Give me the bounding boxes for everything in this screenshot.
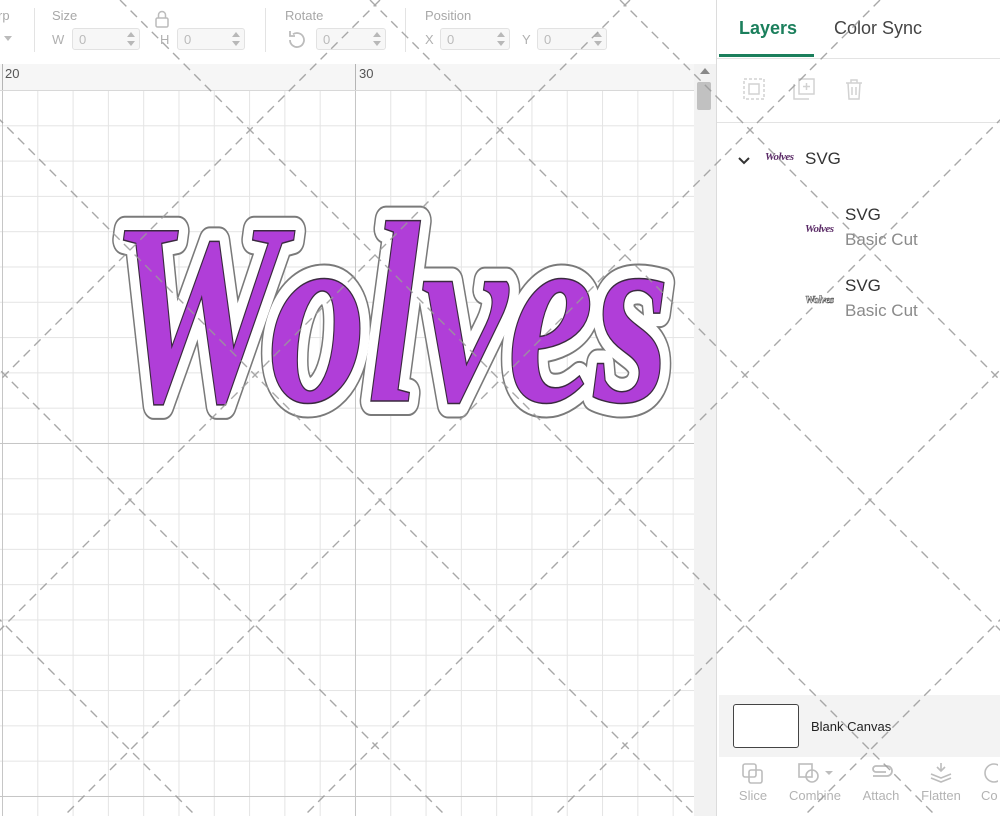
tab-layers[interactable]: Layers bbox=[739, 18, 797, 39]
layer-group-thumbnail: Wolves bbox=[765, 151, 794, 163]
flatten-label: Flatten bbox=[921, 788, 961, 803]
contour-label: Co bbox=[981, 788, 998, 803]
height-input[interactable]: 0 bbox=[177, 28, 245, 50]
layers-panel: Layers Color Sync Wolves SVG Wolves SVG … bbox=[716, 0, 1000, 816]
y-stepper[interactable] bbox=[594, 31, 603, 47]
position-group-label: Position bbox=[425, 8, 472, 23]
height-value: 0 bbox=[184, 32, 192, 47]
layer-name: SVG bbox=[845, 276, 881, 295]
rotate-stepper[interactable] bbox=[373, 31, 382, 47]
scroll-up-icon[interactable] bbox=[700, 68, 710, 74]
flatten-icon bbox=[930, 763, 952, 783]
x-stepper[interactable] bbox=[497, 31, 506, 47]
ruler-tick bbox=[2, 64, 3, 90]
edit-toolbar: rp Size W 0 H 0 Rotate 0 Position X 0 Y … bbox=[0, 0, 716, 65]
contour-button[interactable]: Co bbox=[967, 762, 1000, 803]
layer-row[interactable]: Wolves SVG Basic Cut bbox=[717, 276, 1000, 328]
blank-canvas-row[interactable]: Blank Canvas bbox=[719, 695, 1000, 757]
warp-dropdown-icon[interactable] bbox=[4, 36, 12, 41]
size-group-label: Size bbox=[52, 8, 78, 23]
rotate-group-label: Rotate bbox=[285, 8, 324, 23]
x-position-input[interactable]: 0 bbox=[440, 28, 510, 50]
layer-tools bbox=[717, 58, 1000, 123]
active-tab-indicator bbox=[719, 54, 814, 57]
combine-icon bbox=[798, 763, 833, 783]
width-value: 0 bbox=[79, 32, 87, 47]
scrollbar-thumb[interactable] bbox=[697, 82, 711, 110]
layer-operation-type: Basic Cut bbox=[845, 230, 918, 249]
layer-thumbnail: Wolves bbox=[805, 294, 835, 307]
layer-name: SVG bbox=[845, 205, 881, 224]
duplicate-icon[interactable] bbox=[793, 78, 815, 100]
warp-group-label: rp bbox=[0, 8, 10, 23]
height-axis-label: H bbox=[160, 32, 170, 47]
panel-tabs: Layers Color Sync bbox=[717, 0, 1000, 59]
ruler-label: 20 bbox=[5, 66, 20, 81]
combine-button[interactable]: Combine bbox=[785, 762, 845, 803]
layer-actions-bar: Slice Combine Attach Flatten Co bbox=[717, 758, 1000, 816]
lock-icon[interactable] bbox=[155, 10, 169, 33]
delete-icon[interactable] bbox=[843, 78, 865, 100]
vertical-scrollbar[interactable] bbox=[694, 64, 716, 816]
tab-color-sync[interactable]: Color Sync bbox=[834, 18, 922, 39]
height-stepper[interactable] bbox=[232, 31, 241, 47]
layer-row[interactable]: Wolves SVG Basic Cut bbox=[717, 205, 1000, 257]
attach-label: Attach bbox=[862, 788, 900, 803]
layer-operation-type: Basic Cut bbox=[845, 301, 918, 320]
toolbar-divider bbox=[34, 8, 35, 52]
attach-icon bbox=[872, 765, 893, 777]
flatten-button[interactable]: Flatten bbox=[911, 762, 971, 803]
rotate-value: 0 bbox=[323, 32, 331, 47]
wolves-artwork[interactable]: Wolves Wolves Wolves bbox=[95, 156, 685, 456]
x-axis-label: X bbox=[425, 32, 434, 47]
slice-label: Slice bbox=[738, 788, 768, 803]
y-axis-label: Y bbox=[522, 32, 531, 47]
design-canvas[interactable]: 20 30 Wolves Wolves Wolves bbox=[0, 64, 694, 816]
group-icon[interactable] bbox=[743, 78, 765, 100]
width-axis-label: W bbox=[52, 32, 65, 47]
attach-button[interactable]: Attach bbox=[851, 762, 911, 803]
width-stepper[interactable] bbox=[127, 31, 136, 47]
rotate-icon bbox=[286, 29, 308, 56]
width-input[interactable]: 0 bbox=[72, 28, 140, 50]
x-value: 0 bbox=[447, 32, 455, 47]
ruler-label: 30 bbox=[359, 66, 374, 81]
y-position-input[interactable]: 0 bbox=[537, 28, 607, 50]
canvas-color-swatch[interactable] bbox=[733, 704, 799, 748]
slice-button[interactable]: Slice bbox=[723, 762, 783, 803]
chevron-down-icon[interactable] bbox=[737, 153, 751, 171]
toolbar-divider bbox=[265, 8, 266, 52]
rotate-input[interactable]: 0 bbox=[316, 28, 386, 50]
toolbar-divider bbox=[405, 8, 406, 52]
horizontal-ruler: 20 30 bbox=[0, 64, 694, 91]
layer-thumbnail: Wolves bbox=[805, 223, 834, 235]
layer-group-name: SVG bbox=[805, 149, 841, 168]
slice-icon bbox=[742, 763, 763, 784]
blank-canvas-label: Blank Canvas bbox=[811, 719, 892, 734]
artwork-fill-layer: Wolves bbox=[110, 170, 670, 456]
layer-group-row[interactable]: Wolves SVG bbox=[717, 149, 1000, 179]
ruler-tick bbox=[355, 64, 356, 90]
contour-icon bbox=[984, 763, 998, 783]
y-value: 0 bbox=[544, 32, 552, 47]
combine-label: Combine bbox=[788, 788, 842, 803]
